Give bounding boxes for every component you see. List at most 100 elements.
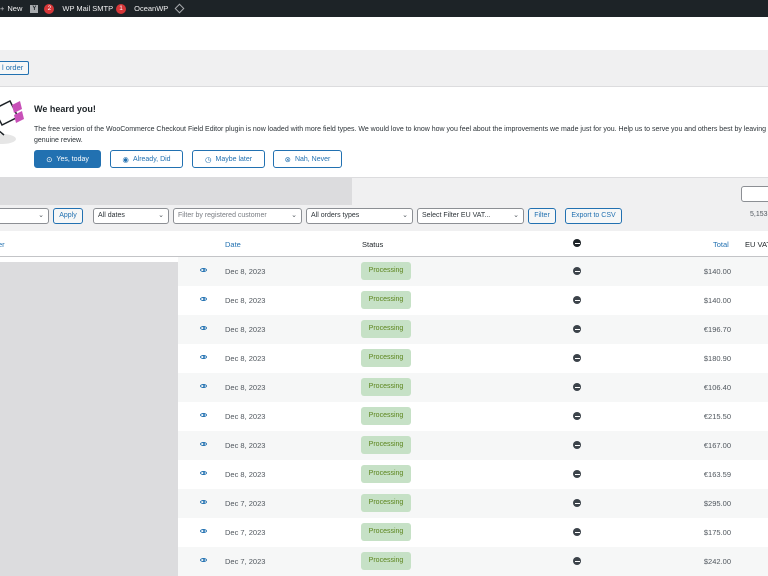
- table-row[interactable]: Dec 8, 2023 Processing €163.59: [178, 460, 768, 489]
- maybe-later-button[interactable]: ◷ Maybe later: [192, 150, 265, 168]
- order-total: $175.00: [703, 528, 731, 537]
- order-date: Dec 8, 2023: [225, 325, 266, 334]
- table-row[interactable]: Dec 8, 2023 Processing €167.00: [178, 431, 768, 460]
- globe-icon: [573, 239, 581, 247]
- globe-icon: [573, 412, 581, 420]
- eye-icon[interactable]: [200, 297, 207, 301]
- smtp-count-badge: 1: [116, 3, 127, 14]
- order-total: €196.70: [703, 325, 731, 334]
- order-date: Dec 8, 2023: [225, 296, 266, 305]
- nah-never-button[interactable]: ⊗ Nah, Never: [273, 150, 342, 168]
- plus-icon: +: [0, 4, 5, 13]
- order-date: Dec 7, 2023: [225, 557, 266, 566]
- status-badge: Processing: [361, 407, 411, 425]
- eye-icon[interactable]: [200, 268, 207, 272]
- table-row[interactable]: Dec 8, 2023 Processing $140.00: [178, 286, 768, 315]
- table-row[interactable]: Dec 8, 2023 Processing €106.40: [178, 373, 768, 402]
- table-row[interactable]: Dec 8, 2023 Processing $140.00: [178, 257, 768, 286]
- admin-bar-wp-mail-smtp[interactable]: WP Mail SMTP 1: [58, 0, 130, 17]
- yes-today-button[interactable]: ⊙ Yes, today: [34, 150, 101, 168]
- status-badge: Processing: [361, 494, 411, 512]
- order-types-select[interactable]: All orders types ⌄: [306, 208, 413, 224]
- status-badge: Processing: [361, 320, 411, 338]
- chevron-down-icon: ⌄: [402, 212, 408, 219]
- order-total: €163.59: [703, 470, 731, 479]
- column-header-status: Status: [362, 240, 384, 249]
- eye-icon[interactable]: [200, 558, 207, 562]
- search-input[interactable]: [741, 186, 768, 202]
- eye-icon[interactable]: [200, 326, 207, 330]
- admin-bar-new-label: New: [7, 4, 23, 13]
- table-row[interactable]: Dec 7, 2023 Processing $295.00: [178, 489, 768, 518]
- admin-bar-yoast[interactable]: Y 2: [26, 0, 58, 17]
- nah-never-label: Nah, Never: [294, 155, 331, 163]
- column-header-date[interactable]: Date: [225, 240, 241, 249]
- yes-today-label: Yes, today: [56, 155, 89, 163]
- eye-icon[interactable]: [200, 384, 207, 388]
- status-badge: Processing: [361, 523, 411, 541]
- admin-bar: + New Y 2 WP Mail SMTP 1 OceanWP: [0, 0, 768, 17]
- dates-select-value: All dates: [98, 212, 125, 219]
- column-header-order[interactable]: er: [0, 240, 5, 249]
- customer-filter-select[interactable]: Filter by registered customer ⌄: [173, 208, 302, 224]
- chevron-down-icon: ⌄: [158, 212, 164, 219]
- table-row[interactable]: Dec 7, 2023 Processing $175.00: [178, 518, 768, 547]
- column-header-eu-vat: EU VAT: [745, 240, 768, 249]
- eu-vat-filter-select[interactable]: Select Filter EU VAT... ⌄: [417, 208, 524, 224]
- column-header-total[interactable]: Total: [713, 240, 729, 249]
- header-band: [0, 17, 768, 50]
- eye-icon[interactable]: [200, 500, 207, 504]
- globe-icon: [573, 441, 581, 449]
- order-types-value: All orders types: [311, 212, 360, 219]
- admin-bar-new[interactable]: + New: [0, 0, 26, 17]
- yoast-count-badge: 2: [44, 3, 55, 14]
- already-did-button[interactable]: ◉ Already, Did: [110, 150, 183, 168]
- export-csv-button[interactable]: Export to CSV: [565, 208, 622, 224]
- table-row[interactable]: Dec 8, 2023 Processing $180.90: [178, 344, 768, 373]
- admin-bar-oceanwp-theme[interactable]: [172, 0, 187, 17]
- eye-icon[interactable]: [200, 355, 207, 359]
- table-row[interactable]: Dec 7, 2023 Processing $242.00: [178, 547, 768, 576]
- circle-dot-icon: ◉: [122, 154, 129, 164]
- notice-text: The free version of the WooCommerce Chec…: [34, 126, 768, 144]
- chevron-down-icon: ⌄: [513, 212, 519, 219]
- globe-icon: [573, 499, 581, 507]
- status-filter-bar: [0, 178, 352, 205]
- order-total: $242.00: [703, 557, 731, 566]
- yoast-icon: Y: [30, 4, 39, 13]
- customer-filter-placeholder: Filter by registered customer: [178, 212, 267, 219]
- add-order-button[interactable]: l order: [0, 61, 30, 75]
- clock-icon: ◷: [204, 154, 212, 164]
- table-row[interactable]: Dec 8, 2023 Processing €196.70: [178, 315, 768, 344]
- orders-table: er Date Status Total EU VAT Dec 8, 2023 P…: [0, 231, 768, 576]
- eye-icon[interactable]: [200, 529, 207, 533]
- order-total: €215.50: [703, 412, 731, 421]
- admin-bar-oceanwp[interactable]: OceanWP: [130, 0, 172, 17]
- eye-icon[interactable]: [200, 442, 207, 446]
- apply-button[interactable]: Apply: [53, 208, 83, 224]
- status-badge: Processing: [361, 262, 411, 280]
- x-circle-icon: ⊗: [284, 154, 291, 164]
- globe-icon: [573, 267, 581, 275]
- globe-icon: [573, 528, 581, 536]
- eye-icon[interactable]: [200, 471, 207, 475]
- order-date: Dec 8, 2023: [225, 470, 266, 479]
- bulk-action-select[interactable]: ⌄: [0, 208, 49, 224]
- status-badge: Processing: [361, 291, 411, 309]
- table-header: er Date Status Total EU VAT: [0, 231, 768, 257]
- order-date: Dec 8, 2023: [225, 383, 266, 392]
- status-badge: Processing: [361, 378, 411, 396]
- dates-select[interactable]: All dates ⌄: [93, 208, 169, 224]
- filter-button[interactable]: Filter: [528, 208, 556, 224]
- eye-icon[interactable]: [200, 413, 207, 417]
- globe-icon: [573, 557, 581, 565]
- order-total: €106.40: [703, 383, 731, 392]
- globe-icon: [573, 470, 581, 478]
- status-badge: Processing: [361, 349, 411, 367]
- table-row[interactable]: Dec 8, 2023 Processing €215.50: [178, 402, 768, 431]
- order-date: Dec 8, 2023: [225, 267, 266, 276]
- order-total: $140.00: [703, 267, 731, 276]
- globe-icon: [573, 296, 581, 304]
- order-date: Dec 7, 2023: [225, 528, 266, 537]
- review-notice: We heard you! The free version of the Wo…: [0, 86, 768, 178]
